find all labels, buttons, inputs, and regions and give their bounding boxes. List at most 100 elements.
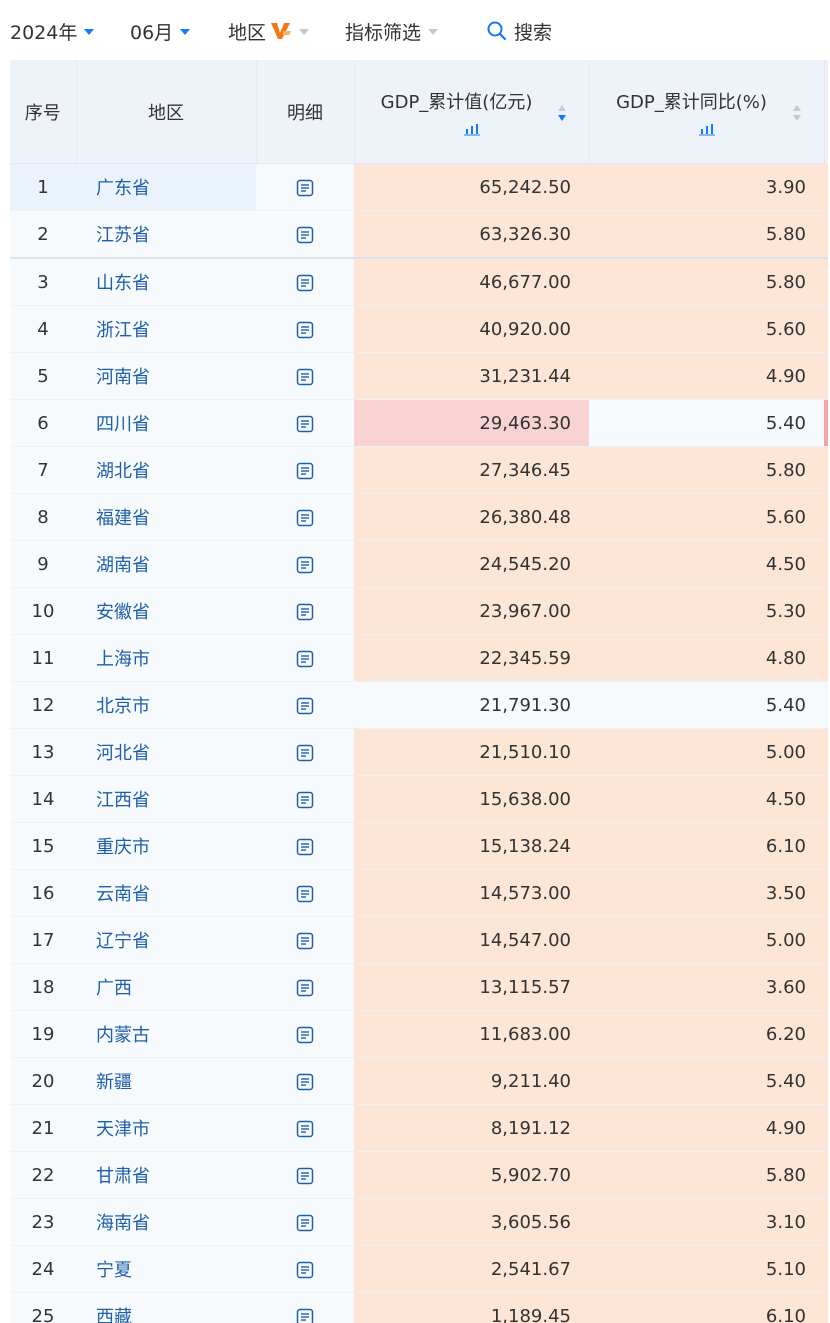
table-row[interactable]: 1 广东省 65,242.50 3.90 [10, 163, 828, 211]
row-region-link[interactable]: 内蒙古 [76, 1010, 256, 1058]
detail-button[interactable] [256, 305, 354, 353]
table-row[interactable]: 19 内蒙古 11,683.00 6.20 [10, 1010, 828, 1058]
detail-button[interactable] [256, 540, 354, 588]
bar-chart-icon[interactable] [463, 122, 480, 136]
row-region-link[interactable]: 天津市 [76, 1104, 256, 1152]
row-region-link[interactable]: 河南省 [76, 352, 256, 400]
detail-button[interactable] [256, 681, 354, 729]
row-region-link[interactable]: 江苏省 [76, 210, 256, 259]
table-row[interactable]: 17 辽宁省 14,547.00 5.00 [10, 916, 828, 964]
row-region-link[interactable]: 重庆市 [76, 822, 256, 870]
row-region-link[interactable]: 山东省 [76, 257, 256, 306]
row-region-link[interactable]: 安徽省 [76, 587, 256, 635]
table-row[interactable]: 2 江苏省 63,326.30 5.80 [10, 210, 828, 259]
row-yoy-value: 5.00 [589, 728, 824, 776]
detail-button[interactable] [256, 257, 354, 306]
row-index: 12 [10, 681, 76, 729]
row-region-link[interactable]: 浙江省 [76, 305, 256, 353]
detail-button[interactable] [256, 728, 354, 776]
row-region-link[interactable]: 湖南省 [76, 540, 256, 588]
detail-button[interactable] [256, 1104, 354, 1152]
row-region-link[interactable]: 河北省 [76, 728, 256, 776]
month-select[interactable]: 06月 [130, 16, 191, 46]
table-row[interactable]: 13 河北省 21,510.10 5.00 [10, 728, 828, 776]
table-row[interactable]: 4 浙江省 40,920.00 5.60 [10, 305, 828, 353]
detail-button[interactable] [256, 1057, 354, 1105]
header-yoy[interactable]: GDP_累计同比(%) [589, 60, 825, 164]
document-icon [296, 1259, 314, 1280]
table-row[interactable]: 12 北京市 21,791.30 5.40 [10, 681, 828, 729]
table-row[interactable]: 24 宁夏 2,541.67 5.10 [10, 1245, 828, 1293]
table-row[interactable]: 7 湖北省 27,346.45 5.80 [10, 446, 828, 494]
detail-button[interactable] [256, 775, 354, 823]
year-select[interactable]: 2024年 [10, 16, 95, 46]
row-region-link[interactable]: 北京市 [76, 681, 256, 729]
document-icon [296, 695, 314, 716]
detail-button[interactable] [256, 399, 354, 447]
table-row[interactable]: 10 安徽省 23,967.00 5.30 [10, 587, 828, 635]
row-index: 18 [10, 963, 76, 1011]
table-row[interactable]: 23 海南省 3,605.56 3.10 [10, 1198, 828, 1246]
detail-button[interactable] [256, 634, 354, 682]
table-row[interactable]: 9 湖南省 24,545.20 4.50 [10, 540, 828, 588]
detail-button[interactable] [256, 493, 354, 541]
indicator-filter[interactable]: 指标筛选 [345, 16, 439, 46]
table-row[interactable]: 6 四川省 29,463.30 5.40 [10, 399, 828, 447]
search-button[interactable]: 搜索 [486, 16, 552, 46]
table-row[interactable]: 22 甘肃省 5,902.70 5.80 [10, 1151, 828, 1199]
header-gdp[interactable]: GDP_累计值(亿元) [354, 60, 590, 164]
sort-icon[interactable] [557, 104, 567, 122]
detail-button[interactable] [256, 1151, 354, 1199]
detail-button[interactable] [256, 869, 354, 917]
row-region-link[interactable]: 上海市 [76, 634, 256, 682]
row-region-link[interactable]: 四川省 [76, 399, 256, 447]
document-icon [296, 836, 314, 857]
detail-button[interactable] [256, 963, 354, 1011]
chevron-down-icon [180, 29, 191, 35]
region-select[interactable]: 地区 [228, 16, 310, 46]
table-row[interactable]: 21 天津市 8,191.12 4.90 [10, 1104, 828, 1152]
row-index: 4 [10, 305, 76, 353]
table-row[interactable]: 25 西藏 1,189.45 6.10 [10, 1292, 828, 1323]
row-edge [824, 1198, 828, 1246]
detail-button[interactable] [256, 446, 354, 494]
row-region-link[interactable]: 江西省 [76, 775, 256, 823]
row-region-link[interactable]: 广西 [76, 963, 256, 1011]
table-row[interactable]: 14 江西省 15,638.00 4.50 [10, 775, 828, 823]
row-region-link[interactable]: 辽宁省 [76, 916, 256, 964]
row-region-link[interactable]: 宁夏 [76, 1245, 256, 1293]
table-row[interactable]: 5 河南省 31,231.44 4.90 [10, 352, 828, 400]
row-edge [824, 728, 828, 776]
detail-button[interactable] [256, 916, 354, 964]
table-row[interactable]: 3 山东省 46,677.00 5.80 [10, 257, 828, 306]
row-yoy-value: 4.50 [589, 775, 824, 823]
table-row[interactable]: 20 新疆 9,211.40 5.40 [10, 1057, 828, 1105]
row-index: 9 [10, 540, 76, 588]
row-region-link[interactable]: 西藏 [76, 1292, 256, 1323]
row-gdp-value: 13,115.57 [354, 963, 589, 1011]
row-region-link[interactable]: 广东省 [76, 163, 256, 211]
detail-button[interactable] [256, 1198, 354, 1246]
detail-button[interactable] [256, 1245, 354, 1293]
row-region-link[interactable]: 海南省 [76, 1198, 256, 1246]
detail-button[interactable] [256, 1010, 354, 1058]
bar-chart-icon[interactable] [698, 122, 715, 136]
table-row[interactable]: 15 重庆市 15,138.24 6.10 [10, 822, 828, 870]
sort-icon[interactable] [792, 104, 802, 122]
row-region-link[interactable]: 湖北省 [76, 446, 256, 494]
detail-button[interactable] [256, 352, 354, 400]
detail-button[interactable] [256, 822, 354, 870]
detail-button[interactable] [256, 587, 354, 635]
table-row[interactable]: 11 上海市 22,345.59 4.80 [10, 634, 828, 682]
detail-button[interactable] [256, 210, 354, 259]
row-region-link[interactable]: 云南省 [76, 869, 256, 917]
detail-button[interactable] [256, 163, 354, 211]
detail-button[interactable] [256, 1292, 354, 1323]
row-region-link[interactable]: 福建省 [76, 493, 256, 541]
row-region-link[interactable]: 新疆 [76, 1057, 256, 1105]
table-row[interactable]: 8 福建省 26,380.48 5.60 [10, 493, 828, 541]
document-icon [296, 507, 314, 528]
row-region-link[interactable]: 甘肃省 [76, 1151, 256, 1199]
table-row[interactable]: 18 广西 13,115.57 3.60 [10, 963, 828, 1011]
table-row[interactable]: 16 云南省 14,573.00 3.50 [10, 869, 828, 917]
